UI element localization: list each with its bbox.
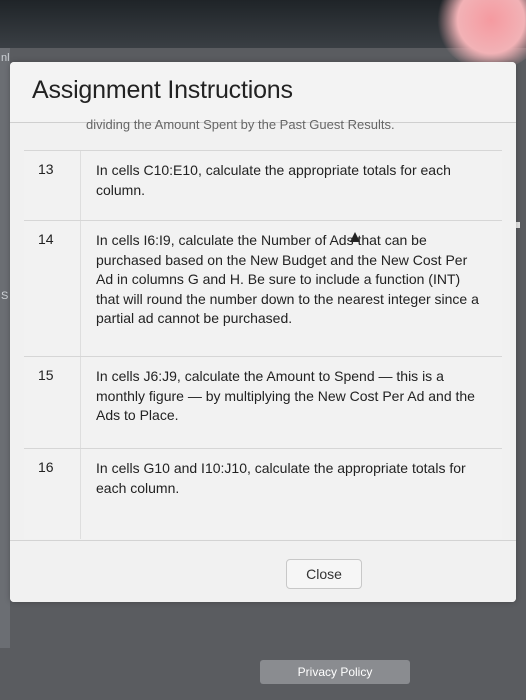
step-text: In cells J6:J9, calculate the Amount to …	[96, 368, 475, 423]
step-row: 16 In cells G10 and I10:J10, calculate t…	[24, 448, 502, 539]
edge-text-mid: S	[1, 290, 9, 302]
instructions-modal: Assignment Instructions dividing the Amo…	[10, 62, 516, 602]
step-number: 13	[38, 161, 54, 177]
light-glare	[436, 0, 526, 70]
step-text: In cells C10:E10, calculate the appropri…	[96, 162, 451, 198]
step-text: In cells I6:I9, calculate the Number of …	[96, 232, 479, 326]
step-number: 16	[38, 459, 54, 475]
mouse-cursor-icon	[350, 232, 360, 242]
modal-title: Assignment Instructions	[32, 76, 293, 104]
close-button[interactable]: Close	[286, 559, 362, 589]
step-number: 14	[38, 231, 54, 247]
step-row: 14 In cells I6:I9, calculate the Number …	[24, 220, 502, 357]
truncated-previous-step: dividing the Amount Spent by the Past Gu…	[86, 117, 395, 132]
column-divider	[80, 151, 81, 221]
column-divider	[80, 221, 81, 357]
modal-header: Assignment Instructions	[10, 62, 516, 123]
step-text: In cells G10 and I10:J10, calculate the …	[96, 460, 466, 496]
modal-footer: Close	[10, 540, 516, 602]
left-background-strip	[0, 48, 10, 648]
column-divider	[80, 449, 81, 539]
edge-text-top: nl	[1, 52, 10, 64]
step-row: 15 In cells J6:J9, calculate the Amount …	[24, 356, 502, 449]
step-row: 13 In cells C10:E10, calculate the appro…	[24, 150, 502, 221]
step-number: 15	[38, 367, 54, 383]
column-divider	[80, 357, 81, 449]
scroll-indicator[interactable]	[516, 222, 520, 228]
instructions-list[interactable]: dividing the Amount Spent by the Past Gu…	[10, 117, 516, 553]
privacy-policy-link[interactable]: Privacy Policy	[260, 660, 410, 684]
